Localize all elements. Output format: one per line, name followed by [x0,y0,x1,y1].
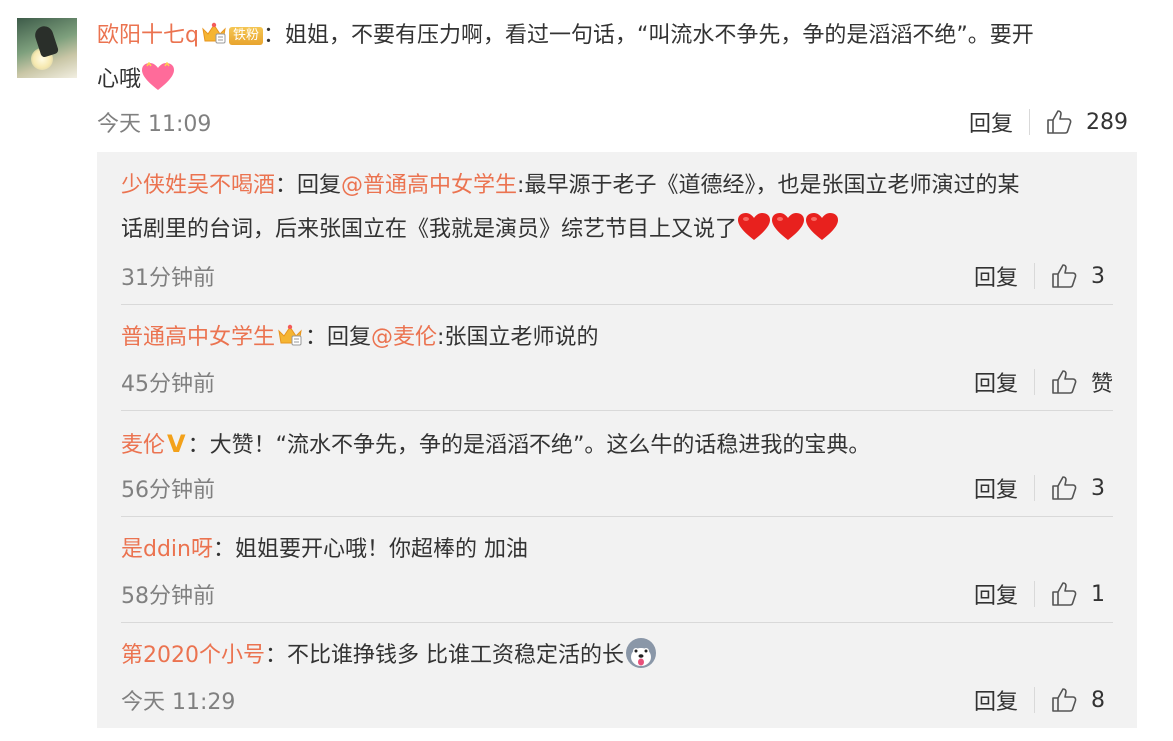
thumb-up-icon [1051,474,1079,502]
thumb-up-icon [1051,686,1079,714]
husky-dog-emoji-icon [626,638,656,668]
main-comment-actions: 回复 289 [969,106,1128,138]
reply-prefix: ：回复 [275,173,342,198]
reply-divider [121,304,1113,305]
reply-text: ：姐姐要开心哦！你超棒的 加油 [213,537,528,562]
crown-member-icon [277,323,303,347]
reply-button[interactable]: 回复 [974,366,1018,398]
reply-time: 45分钟前 [121,372,215,397]
reply-username[interactable]: 麦伦 [121,433,165,458]
verified-v-icon: V [167,430,186,458]
main-reply-button[interactable]: 回复 [969,106,1013,138]
replies-panel: 少侠姓吴不喝酒：回复@普通高中女学生:最早源于老子《道德经》，也是张国立老师演过… [97,152,1137,728]
reply-prefix: ：回复 [305,325,372,350]
reply-time: 58分钟前 [121,584,215,609]
reply-username[interactable]: 第2020个小号 [121,643,265,668]
reply-divider [121,410,1113,411]
reply-button[interactable]: 回复 [974,260,1018,292]
reply-divider [121,516,1113,517]
like-count: 8 [1091,687,1105,713]
reply-actions: 回复 3 [974,260,1113,292]
like-button[interactable]: 8 [1051,686,1113,714]
reply-text: ：大赞！“流水不争先，争的是滔滔不绝”。这么牛的话稳进我的宝典。 [187,433,871,458]
like-button[interactable]: 3 [1051,262,1113,290]
like-button[interactable]: 1 [1051,580,1113,608]
reply-actions: 回复 3 [974,472,1113,504]
reply-item: 麦伦V：大赞！“流水不争先，争的是滔滔不绝”。这么牛的话稳进我的宝典。 [121,422,1113,468]
reply-item: 少侠姓吴不喝酒：回复@普通高中女学生:最早源于老子《道德经》，也是张国立老师演过… [121,164,1113,252]
reply-time: 31分钟前 [121,266,215,291]
action-divider [1034,581,1035,607]
reply-divider [121,622,1113,623]
reply-button[interactable]: 回复 [974,578,1018,610]
main-comment-username[interactable]: 欧阳十七q [97,23,199,48]
main-comment-time: 今天 11:09 [97,112,212,137]
like-count: 1 [1091,581,1105,607]
reply-actions: 回复 1 [974,578,1113,610]
reply-item: 普通高中女学生 ：回复@麦伦:张国立老师说的 [121,316,1113,360]
red-heart-emoji-icon [737,212,771,242]
reply-actions: 回复 8 [974,684,1113,716]
user-avatar[interactable] [17,18,77,78]
action-divider [1034,687,1035,713]
reply-mention[interactable]: @普通高中女学生 [341,173,517,198]
thumb-up-icon [1051,262,1079,290]
main-comment-text: 姐姐，不要有压力啊，看过一句话，“叫流水不争先，争的是滔滔不绝”。要开 [285,23,1034,48]
like-count: 3 [1091,475,1105,501]
action-divider [1033,369,1035,395]
like-count: 3 [1091,263,1105,289]
like-count: 赞 [1090,372,1113,397]
reply-button[interactable]: 回复 [974,684,1018,716]
reply-item: 是ddin呀：姐姐要开心哦！你超棒的 加油 [121,528,1113,572]
reply-time: 今天 11:29 [121,690,236,715]
action-divider [1034,475,1035,501]
reply-username[interactable]: 少侠姓吴不喝酒 [121,173,275,198]
reply-button[interactable]: 回复 [974,472,1018,504]
action-divider [1029,109,1031,135]
reply-item: 第2020个小号：不比谁挣钱多 比谁工资稳定活的长 [121,634,1113,678]
like-button[interactable]: 赞 [1051,366,1113,398]
pink-heart-emoji-icon [142,62,175,90]
red-heart-emoji-icon [805,212,839,242]
main-comment-colon: ： [262,23,285,48]
reply-mention[interactable]: @麦伦 [371,325,437,350]
reply-time: 56分钟前 [121,478,215,503]
reply-text-cont: 话剧里的台词，后来张国立在《我就是演员》综艺节目上又说了 [121,217,738,242]
thumb-up-icon [1051,580,1079,608]
main-like-button[interactable]: 289 [1046,108,1128,136]
fan-badge[interactable]: 铁粉 [228,27,263,45]
reply-username[interactable]: 普通高中女学生 [121,325,275,350]
action-divider [1034,263,1035,289]
reply-actions: 回复 赞 [974,366,1113,398]
main-like-count: 289 [1086,109,1129,135]
reply-text: :张国立老师说的 [437,325,599,350]
crown-member-icon [201,21,227,45]
thumb-up-icon [1046,108,1074,136]
reply-text: :最早源于老子《道德经》，也是张国立老师演过的某 [517,173,1020,198]
main-comment: 欧阳十七q 铁粉 ：姐姐，不要有压力啊，看过一句话，“叫流水不争先，争的是滔滔不绝”… [97,14,1147,102]
reply-username[interactable]: 是ddin呀 [121,537,213,562]
reply-text: ：不比谁挣钱多 比谁工资稳定活的长 [265,643,624,668]
main-comment-text-cont: 心哦 [97,67,142,92]
red-heart-emoji-icon [771,212,805,242]
thumb-up-icon [1051,368,1079,396]
like-button[interactable]: 3 [1051,474,1113,502]
